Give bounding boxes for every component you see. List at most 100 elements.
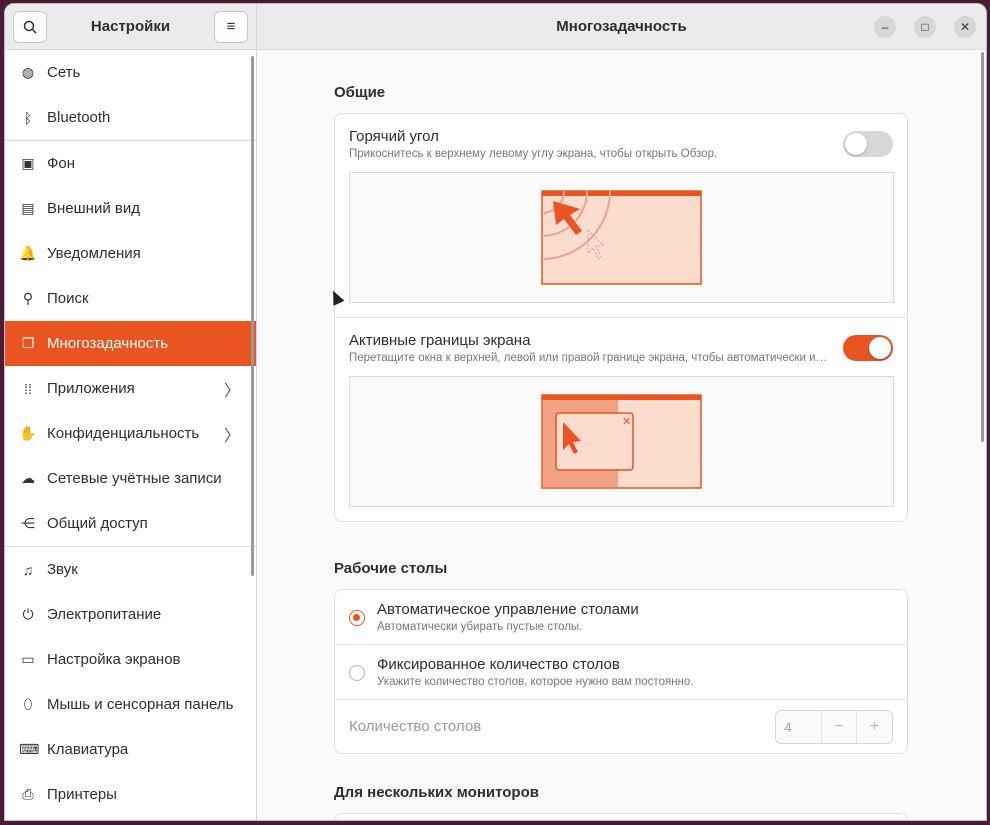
sidebar-item-label: Внешний вид xyxy=(47,200,140,217)
sidebar-item[interactable]: ▣ Фон xyxy=(5,141,256,186)
hamburger-menu-icon: ≡ xyxy=(226,18,236,35)
background-icon: ▣ xyxy=(21,155,35,171)
fixed-workspaces-radio[interactable] xyxy=(349,665,365,681)
general-card: Горячий угол Прикоснитесь к верхнему лев… xyxy=(334,113,908,522)
dynamic-workspaces-radio[interactable] xyxy=(349,610,365,626)
printer-icon: ⎙ xyxy=(22,786,34,802)
sidebar-item-label: Многозадачность xyxy=(47,335,169,352)
workspace-count-row: Количество столов 4 − + xyxy=(335,699,907,753)
bell-icon: 🔔 xyxy=(19,245,37,261)
active-edges-row: Активные границы экрана Перетащите окна … xyxy=(335,317,907,521)
sidebar-item-label: Принтеры xyxy=(47,786,117,803)
sidebar-item-label: Уведомления xyxy=(47,245,141,262)
sidebar-item-label: Общий доступ xyxy=(47,515,148,532)
sidebar-item[interactable]: ▭ Настройка экранов xyxy=(5,637,256,682)
sidebar-item-label: Клавиатура xyxy=(47,741,129,758)
display-icon: ▭ xyxy=(21,651,35,667)
main-header: Многозадачность – □ ✕ xyxy=(257,4,986,50)
menu-button[interactable]: ≡ xyxy=(213,10,248,43)
search-button[interactable] xyxy=(13,10,47,43)
toggle-knob xyxy=(845,133,867,155)
search-icon xyxy=(23,20,37,34)
sidebar-item[interactable]: 🔔 Уведомления xyxy=(5,231,256,276)
sidebar-item-label: Мышь и сенсорная панель xyxy=(47,696,234,713)
maximize-button[interactable]: □ xyxy=(914,16,936,38)
dynamic-workspaces-title: Автоматическое управление столами xyxy=(377,601,639,618)
sidebar-item[interactable]: ▤ Внешний вид xyxy=(5,186,256,231)
sidebar-item-label: Электропитание xyxy=(47,606,162,623)
sidebar-item[interactable]: ⬯ Мышь и сенсорная панель xyxy=(5,682,256,727)
appearance-icon: ▤ xyxy=(21,200,35,216)
globe-icon: ◍ xyxy=(21,64,35,80)
sidebar-item[interactable]: ✋ Конфиденциальность 〉 xyxy=(5,411,256,456)
settings-window: Настройки ≡ ◍ Сеть ᛒ Bluetooth ▣ Фон ▤ Внешний … xyxy=(4,3,987,821)
active-edges-title: Активные границы экрана xyxy=(349,332,531,349)
toggle-knob xyxy=(869,337,891,359)
sidebar-item[interactable]: ❐ Многозадачность xyxy=(5,321,256,366)
fixed-workspaces-title: Фиксированное количество столов xyxy=(377,656,620,673)
decrease-button[interactable]: − xyxy=(822,710,857,743)
sidebar-item-label: Фон xyxy=(47,155,76,172)
main-panel: Многозадачность – □ ✕ Общие Горячий угол… xyxy=(257,4,986,820)
share-icon: ⋲ xyxy=(21,515,35,531)
multi-monitor-card xyxy=(334,813,908,820)
fixed-workspaces-subtitle: Укажите количество столов, которое нужно… xyxy=(377,676,694,688)
sidebar-item[interactable]: ◍ Сеть xyxy=(5,50,256,95)
chevron-right-icon: 〉 xyxy=(223,427,240,445)
sidebar-item-label: Приложения xyxy=(47,380,135,397)
dynamic-workspaces-subtitle: Автоматически убирать пустые столы. xyxy=(377,621,583,633)
hot-corner-subtitle: Прикоснитесь к верхнему левому углу экра… xyxy=(349,148,718,160)
increase-button[interactable]: + xyxy=(857,711,892,743)
cloud-icon: ☁ xyxy=(21,470,35,486)
hot-corner-row: Горячий угол Прикоснитесь к верхнему лев… xyxy=(335,114,907,317)
sidebar-item-label: Конфиденциальность xyxy=(47,425,200,442)
active-edges-toggle[interactable] xyxy=(843,335,893,361)
chevron-right-icon: 〉 xyxy=(223,382,240,400)
apps-grid-icon: ⁞⁞ xyxy=(24,380,32,397)
music-note-icon: ♫ xyxy=(22,561,34,578)
sidebar-item[interactable]: ⚲ Поиск xyxy=(5,276,256,321)
keyboard-icon: ⌨ xyxy=(19,741,40,757)
bluetooth-icon: ᛒ xyxy=(23,109,33,126)
minimize-button[interactable]: – xyxy=(874,16,896,38)
active-edges-illustration: ✕ xyxy=(349,376,894,507)
active-edges-subtitle: Перетащите окна к верхней, левой или пра… xyxy=(349,352,831,364)
sidebar-item-label: Звук xyxy=(47,561,78,578)
sidebar-list: ◍ Сеть ᛒ Bluetooth ▣ Фон ▤ Внешний вид 🔔 Уведомле… xyxy=(5,50,256,817)
dynamic-workspaces-row[interactable]: Автоматическое управление столами Автома… xyxy=(335,590,907,644)
fixed-workspaces-row[interactable]: Фиксированное количество столов Укажите … xyxy=(335,644,907,699)
sidebar-header: Настройки ≡ xyxy=(5,4,256,50)
sidebar-item[interactable]: ♫ Звук xyxy=(5,547,256,592)
close-button[interactable]: ✕ xyxy=(954,16,976,38)
maximize-icon: □ xyxy=(921,20,929,34)
sidebar-item[interactable]: ᛒ Bluetooth xyxy=(5,95,256,140)
sidebar-title: Настройки xyxy=(90,18,171,35)
section-title-general: Общие xyxy=(334,84,386,101)
search-icon: ⚲ xyxy=(22,290,34,306)
workspace-count-value[interactable]: 4 xyxy=(776,710,822,743)
section-title-workspaces: Рабочие столы xyxy=(334,560,448,577)
content: Общие Горячий угол Прикоснитесь к верхне… xyxy=(334,50,908,820)
sidebar-item[interactable]: ☁ Сетевые учётные записи xyxy=(5,456,256,501)
power-icon: ⏻ xyxy=(22,606,34,622)
sidebar-item[interactable]: ⌨ Клавиатура xyxy=(5,727,256,772)
sidebar-item-label: Поиск xyxy=(47,290,89,307)
svg-text:✕: ✕ xyxy=(622,415,631,428)
mouse-icon: ⬯ xyxy=(23,696,33,712)
sidebar: Настройки ≡ ◍ Сеть ᛒ Bluetooth ▣ Фон ▤ Внешний … xyxy=(5,4,257,820)
sidebar-item-label: Сеть xyxy=(47,64,81,81)
privacy-hand-icon: ✋ xyxy=(19,425,37,441)
sidebar-scrollbar[interactable] xyxy=(251,56,254,576)
close-icon: ✕ xyxy=(959,20,971,34)
sidebar-item-label: Сетевые учётные записи xyxy=(47,470,222,487)
workspace-count-spinbutton[interactable]: 4 − + xyxy=(775,709,893,744)
sidebar-item[interactable]: ⋲ Общий доступ xyxy=(5,501,256,546)
sidebar-item[interactable]: ⎙ Принтеры xyxy=(5,772,256,817)
hot-corner-toggle[interactable] xyxy=(843,131,893,157)
sidebar-item[interactable]: ⁞⁞ Приложения 〉 xyxy=(5,366,256,411)
sidebar-item[interactable]: ⏻ Электропитание xyxy=(5,592,256,637)
workspaces-card: Автоматическое управление столами Автома… xyxy=(334,589,908,754)
workspace-count-label: Количество столов xyxy=(349,718,482,735)
main-scrollbar[interactable] xyxy=(981,52,984,442)
minimize-icon: – xyxy=(881,20,889,34)
